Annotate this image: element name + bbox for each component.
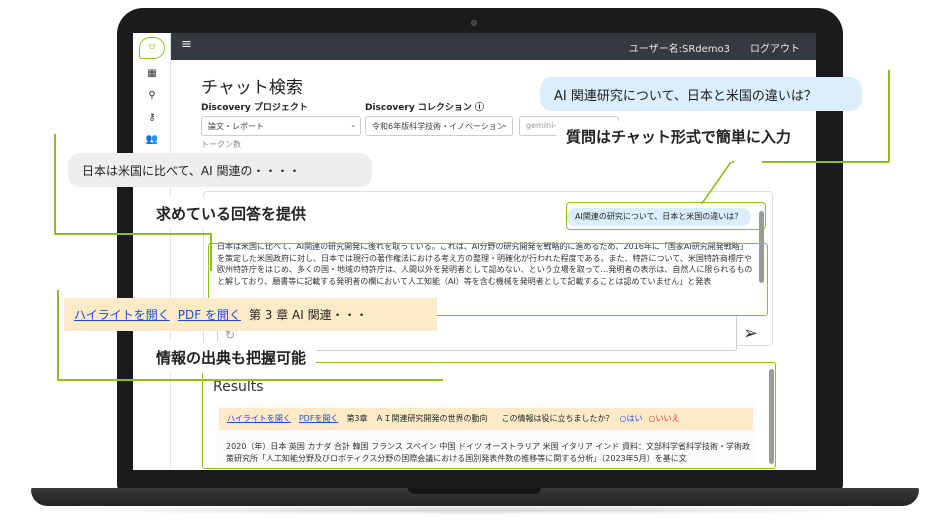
callout-answer-bubble: 日本は米国に比べて、AI 関連の・・・・ [68, 153, 372, 187]
callout-line [57, 290, 59, 380]
callout-line [732, 161, 734, 163]
users-icon[interactable]: 👥 [145, 133, 159, 147]
topbar: ≡ ユーザー名:SRdemo3 ログアウト [171, 33, 816, 60]
callout-question-caption: 質問はチャット形式で簡単に入力 [556, 121, 801, 152]
search-icon[interactable]: ⚲ [145, 89, 159, 103]
chevron-down-icon: ⌄ [502, 121, 508, 129]
webcam [471, 20, 477, 26]
sidebar: ᗢ ▦ ⚲ ⚷ 👥 [133, 33, 171, 470]
callout-line [54, 134, 56, 234]
menu-icon[interactable]: ≡ [181, 37, 192, 52]
logout-link[interactable]: ログアウト [750, 40, 800, 55]
callout-source-caption: 情報の出典も把握可能 [146, 342, 317, 373]
token-label: トークン数 [201, 140, 241, 149]
laptop-shadow [40, 505, 910, 515]
callout-answer-caption: 求めている回答を提供 [146, 198, 317, 229]
callout-line [888, 70, 890, 162]
laptop-mockup: ᗢ ▦ ⚲ ⚷ 👥 ≡ ユーザー名:SRdemo3 ログアウト チャット検索 D… [0, 0, 949, 522]
callout-question-bubble: AI 関連研究について、日本と米国の違いは？ [540, 77, 862, 111]
callout-highlight-link: ハイライトを開く [74, 308, 170, 322]
send-icon[interactable]: ➢ [743, 323, 758, 344]
grid-icon[interactable]: ▦ [145, 67, 159, 81]
callout-line [762, 161, 889, 163]
source-highlight-frame [202, 362, 776, 469]
project-select[interactable]: 論文・レポート ⌄ [201, 116, 361, 136]
callout-pdf-link: PDF を開く [177, 308, 241, 322]
project-label: Discovery プロジェクト [201, 103, 308, 113]
page-title: チャット検索 [201, 78, 303, 98]
laptop-notch [408, 488, 541, 494]
project-select-value: 論文・レポート [208, 122, 264, 131]
key-icon[interactable]: ⚷ [145, 111, 159, 125]
collection-select[interactable]: 令和6年版科学技術・イノベーション ⌄ [365, 116, 513, 136]
callout-line [54, 233, 211, 235]
collection-label: Discovery コレクション ⓘ [365, 103, 484, 113]
chevron-down-icon: ⌄ [350, 121, 356, 129]
collection-select-value: 令和6年版科学技術・イノベーション [372, 122, 505, 131]
user-name: ユーザー名:SRdemo3 [628, 44, 730, 55]
app-logo: ᗢ [139, 37, 165, 59]
callout-chapter: 第 3 章 AI 関連・・・ [248, 308, 368, 322]
callout-line [210, 233, 212, 271]
question-highlight-frame [566, 202, 766, 230]
callout-source-bubble: ハイライトを開く PDF を開く第 3 章 AI 関連・・・ [64, 298, 437, 331]
